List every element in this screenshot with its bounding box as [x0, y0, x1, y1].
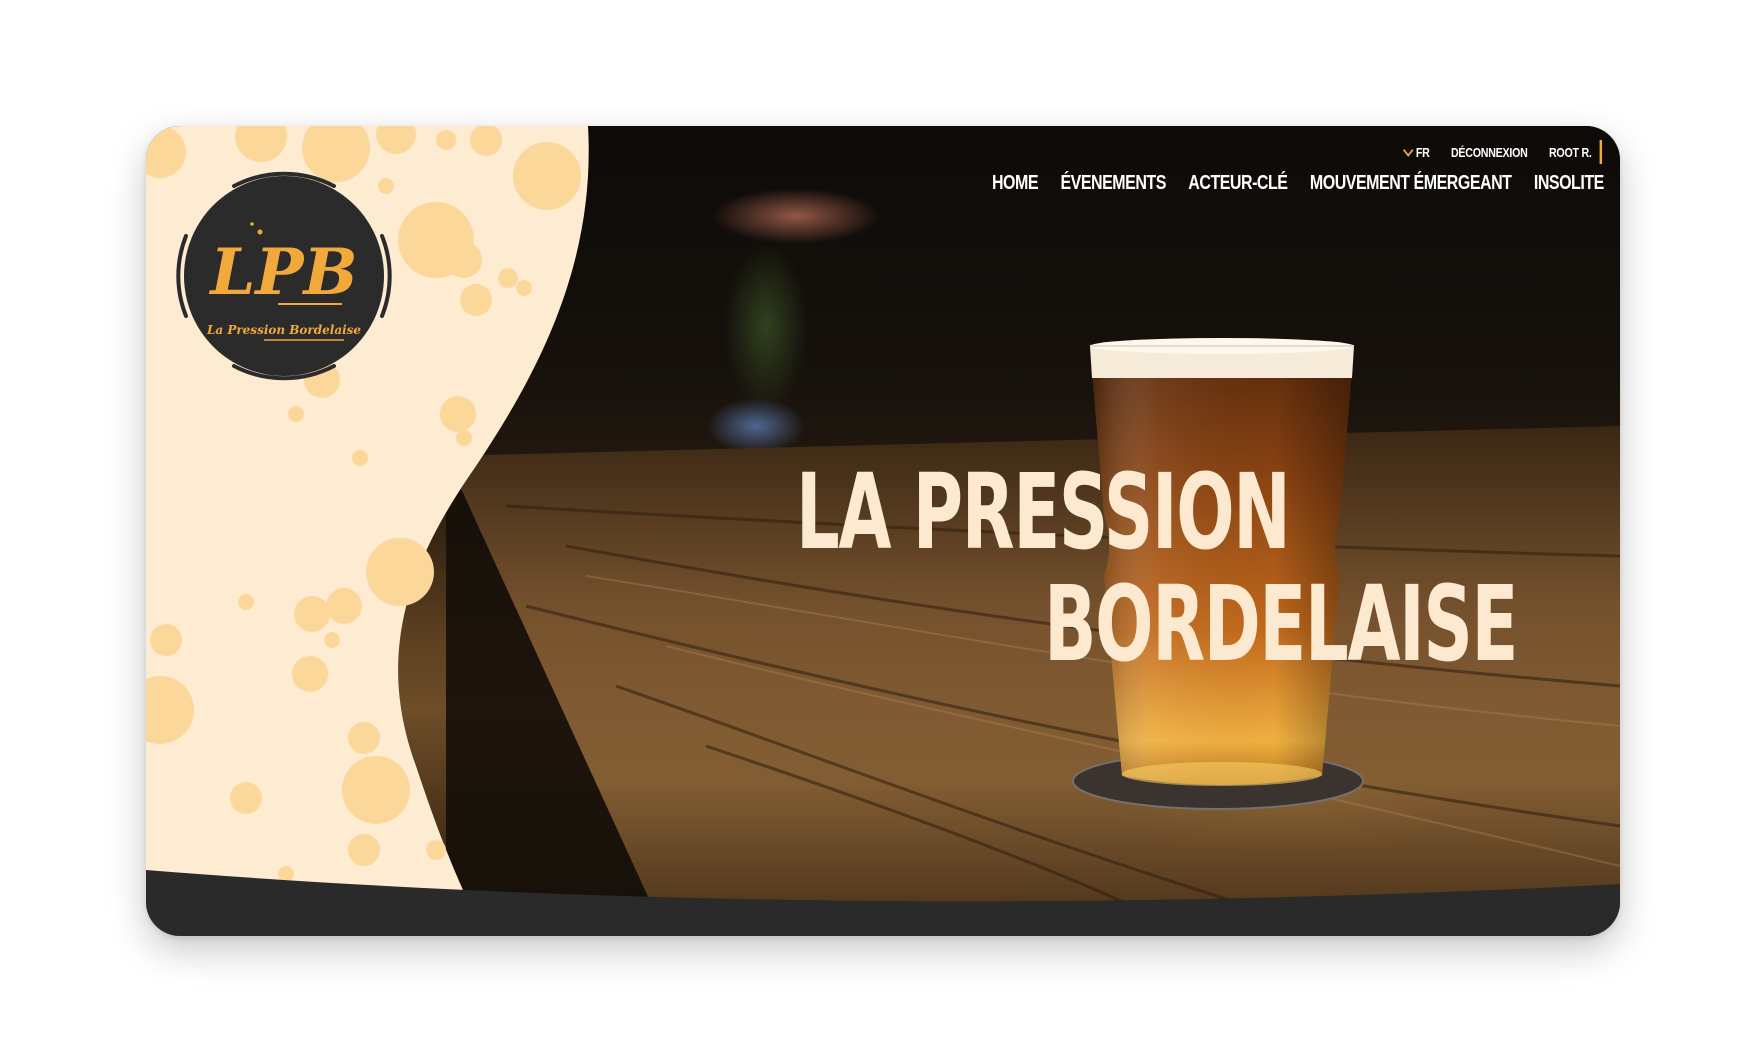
logo-tagline: La Pression Bordelaise: [206, 323, 361, 337]
nav-item-insolite[interactable]: INSOLITE: [1534, 172, 1604, 195]
user-name: ROOT R.: [1548, 144, 1592, 160]
logo-initials: LPB: [208, 235, 357, 310]
hero-title-line2: BORDELAISE: [1044, 563, 1518, 685]
chevron-down-icon: [1402, 143, 1414, 157]
top-utility-bar: FR DÉCONNEXION ROOT R.: [1402, 140, 1602, 164]
accent-divider: [1599, 140, 1602, 164]
logout-link[interactable]: DÉCONNEXION: [1451, 145, 1528, 160]
hero-title: LA PRESSION BORDELAISE: [796, 456, 1518, 685]
nav-item-evenements[interactable]: ÉVENEMENTS: [1061, 172, 1167, 195]
language-selector[interactable]: FR: [1402, 143, 1430, 160]
website-frame: LPB La Pression Bordelaise FR DÉCONNEXIO…: [146, 126, 1620, 936]
main-nav: HOME ÉVENEMENTS ACTEUR-CLÉ MOUVEMENT ÉME…: [992, 172, 1604, 195]
user-menu[interactable]: ROOT R.: [1549, 140, 1602, 164]
nav-item-acteur-cle[interactable]: ACTEUR-CLÉ: [1188, 172, 1288, 195]
nav-item-mouvement-emergeant[interactable]: MOUVEMENT ÉMERGEANT: [1310, 172, 1512, 195]
hero-section: LPB La Pression Bordelaise FR DÉCONNEXIO…: [146, 126, 1620, 936]
lpb-logo[interactable]: LPB La Pression Bordelaise: [174, 166, 394, 386]
hero-title-line1: LA PRESSION: [796, 451, 1291, 573]
nav-item-home[interactable]: HOME: [992, 172, 1039, 195]
language-label: FR: [1415, 144, 1430, 160]
